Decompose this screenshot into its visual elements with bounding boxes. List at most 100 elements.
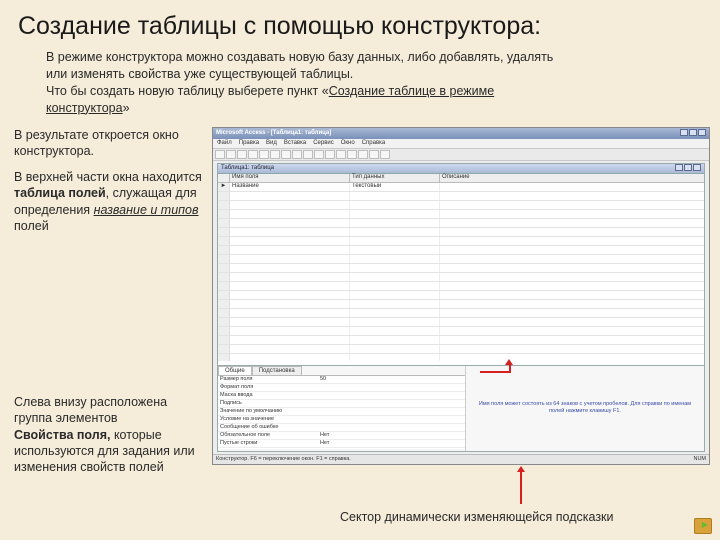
table-row[interactable]: [218, 327, 704, 336]
prop-label: Условие на значение: [218, 416, 318, 423]
tab-lookup[interactable]: Подстановка: [252, 366, 302, 375]
menubar[interactable]: Файл Правка Вид Вставка Сервис Окно Спра…: [213, 139, 709, 149]
toolbar-button[interactable]: [303, 150, 313, 159]
menu-window[interactable]: Окно: [341, 140, 355, 146]
table-row[interactable]: [218, 201, 704, 210]
toolbar-button[interactable]: [347, 150, 357, 159]
prop-row[interactable]: Маска ввода: [218, 392, 465, 400]
toolbar-button[interactable]: [314, 150, 324, 159]
prop-label: Подпись: [218, 400, 318, 407]
table-row[interactable]: [218, 336, 704, 345]
table-row[interactable]: [218, 309, 704, 318]
prop-row[interactable]: Значение по умолчанию: [218, 408, 465, 416]
table-row[interactable]: [218, 291, 704, 300]
statusbar: Конструктор. F6 = переключение окон. F1 …: [213, 454, 709, 464]
menu-file[interactable]: Файл: [217, 140, 232, 146]
prop-value[interactable]: 50: [318, 376, 465, 383]
toolbar-button[interactable]: [336, 150, 346, 159]
prop-value[interactable]: [318, 424, 465, 431]
toolbar-button[interactable]: [215, 150, 225, 159]
menu-view[interactable]: Вид: [266, 140, 277, 146]
designer-titlebar: Таблица1: таблица: [218, 164, 704, 174]
table-row[interactable]: ► Название Текстовый: [218, 183, 704, 192]
prop-row[interactable]: Пустые строкиНет: [218, 440, 465, 448]
toolbar-button[interactable]: [380, 150, 390, 159]
menu-edit[interactable]: Правка: [239, 140, 259, 146]
tab-general[interactable]: Общие: [218, 366, 252, 375]
left-p1: В результате откроется окно конструктора…: [14, 127, 204, 160]
intro-paragraph: В режиме конструктора можно создавать но…: [0, 47, 720, 119]
table-row[interactable]: [218, 300, 704, 309]
left-column: В результате откроется окно конструктора…: [14, 127, 204, 486]
toolbar-button[interactable]: [226, 150, 236, 159]
toolbar-button[interactable]: [248, 150, 258, 159]
prop-value[interactable]: Нет: [318, 440, 465, 447]
table-row[interactable]: [218, 264, 704, 273]
toolbar-button[interactable]: [281, 150, 291, 159]
app-title-text: Microsoft Access - [Таблица1: таблица]: [216, 130, 331, 136]
prop-value[interactable]: [318, 408, 465, 415]
props-list[interactable]: Размер поля50 Формат поля Маска ввода По…: [218, 375, 465, 449]
next-slide-icon[interactable]: [694, 518, 712, 534]
prop-value[interactable]: Нет: [318, 432, 465, 439]
table-row[interactable]: [218, 255, 704, 264]
col-desc: Описание: [440, 174, 704, 182]
page-title: Создание таблицы с помощью конструктора:: [0, 0, 720, 47]
left-p2link: название и типов: [94, 203, 199, 217]
cell-type[interactable]: Текстовый: [350, 183, 440, 191]
prop-row[interactable]: Обязательное полеНет: [218, 432, 465, 440]
toolbar-button[interactable]: [292, 150, 302, 159]
table-row[interactable]: [218, 219, 704, 228]
row-marker: ►: [218, 183, 230, 191]
table-row[interactable]: [218, 246, 704, 255]
menu-tools[interactable]: Сервис: [313, 140, 334, 146]
cell-name[interactable]: Название: [230, 183, 350, 191]
prop-row[interactable]: Сообщение об ошибке: [218, 424, 465, 432]
prop-label: Пустые строки: [218, 440, 318, 447]
prop-value[interactable]: [318, 392, 465, 399]
prop-value[interactable]: [318, 400, 465, 407]
status-left: Конструктор. F6 = переключение окон. F1 …: [216, 456, 351, 462]
access-window: Microsoft Access - [Таблица1: таблица] Ф…: [212, 127, 710, 465]
prop-label: Размер поля: [218, 376, 318, 383]
footnote-hint: Сектор динамически изменяющейся подсказк…: [340, 510, 614, 524]
screenshot-wrap: Microsoft Access - [Таблица1: таблица] Ф…: [212, 127, 710, 486]
toolbar-button[interactable]: [270, 150, 280, 159]
toolbar-button[interactable]: [237, 150, 247, 159]
prop-label: Обязательное поле: [218, 432, 318, 439]
table-row[interactable]: [218, 282, 704, 291]
menu-insert[interactable]: Вставка: [284, 140, 306, 146]
prop-row[interactable]: Условие на значение: [218, 416, 465, 424]
prop-row[interactable]: Формат поля: [218, 384, 465, 392]
prop-label: Сообщение об ошибке: [218, 424, 318, 431]
left-p2d: полей: [14, 219, 49, 233]
toolbar-button[interactable]: [325, 150, 335, 159]
table-row[interactable]: [218, 192, 704, 201]
table-row[interactable]: [218, 318, 704, 327]
designer-window-buttons[interactable]: [674, 164, 701, 173]
field-grid-body[interactable]: ► Название Текстовый: [218, 183, 704, 361]
table-row[interactable]: [218, 345, 704, 354]
toolbar-button[interactable]: [369, 150, 379, 159]
prop-label: Значение по умолчанию: [218, 408, 318, 415]
table-row[interactable]: [218, 210, 704, 219]
intro-link-line2: конструктора: [46, 101, 123, 115]
intro-line2: или изменять свойства уже существующей т…: [46, 67, 353, 81]
table-row[interactable]: [218, 273, 704, 282]
table-row[interactable]: [218, 237, 704, 246]
prop-value[interactable]: [318, 416, 465, 423]
table-row[interactable]: [218, 228, 704, 237]
toolbar-button[interactable]: [259, 150, 269, 159]
col-type: Тип данных: [350, 174, 440, 182]
intro-link-line1: Создание таблице в режиме: [329, 84, 494, 98]
menu-help[interactable]: Справка: [362, 140, 386, 146]
toolbar-button[interactable]: [358, 150, 368, 159]
prop-row[interactable]: Подпись: [218, 400, 465, 408]
props-tabs[interactable]: Общие Подстановка: [218, 366, 465, 375]
table-row[interactable]: [218, 354, 704, 361]
prop-value[interactable]: [318, 384, 465, 391]
toolbar[interactable]: [213, 149, 709, 161]
window-buttons[interactable]: [679, 129, 706, 138]
prop-row[interactable]: Размер поля50: [218, 376, 465, 384]
field-properties-panel: Общие Подстановка Размер поля50 Формат п…: [218, 365, 704, 451]
